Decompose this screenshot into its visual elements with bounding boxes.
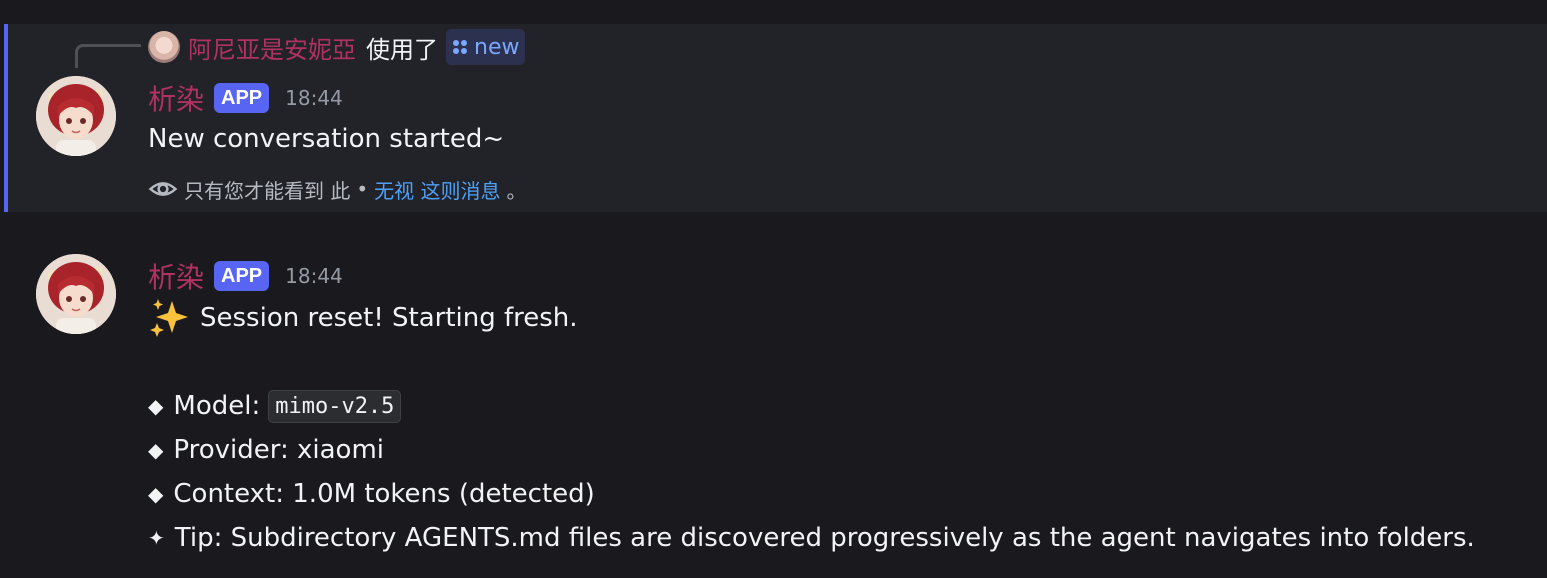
message-content: Session reset! Starting fresh. ◆ Model: … xyxy=(148,296,1475,560)
app-badge: APP xyxy=(214,261,270,291)
session-line: Session reset! Starting fresh. xyxy=(148,296,1475,340)
model-code: mimo-v2.5 xyxy=(268,389,402,423)
context-text: Context: 1.0M tokens (detected) xyxy=(173,479,595,509)
command-name: new xyxy=(474,34,520,60)
ephemeral-notice: 只有您才能看到 此 • 无视 这则消息。 xyxy=(148,174,527,204)
message-timestamp[interactable]: 18:44 xyxy=(285,264,343,288)
context-line: ◆ Context: 1.0M tokens (detected) xyxy=(148,472,1475,516)
sparkles-icon xyxy=(150,299,188,337)
bot-username[interactable]: 析染 xyxy=(148,78,204,118)
message-content: New conversation started~ xyxy=(148,124,505,154)
ephemeral-end: 。 xyxy=(506,178,527,203)
eye-icon xyxy=(148,182,178,196)
bot-avatar[interactable] xyxy=(36,76,116,156)
model-label: Model: xyxy=(173,391,261,421)
session-text: Session reset! Starting fresh. xyxy=(200,303,578,333)
reply-action: 使用了 xyxy=(366,35,438,64)
bot-username[interactable]: 析染 xyxy=(148,256,204,296)
provider-line: ◆ Provider: xiaomi xyxy=(148,428,1475,472)
provider-text: Provider: xiaomi xyxy=(173,435,385,465)
star-bullet: ✦ xyxy=(148,526,165,550)
message-header: 析染 APP 18:44 xyxy=(148,256,343,296)
tip-text: Tip: Subdirectory AGENTS.md files are di… xyxy=(174,523,1475,553)
message-timestamp[interactable]: 18:44 xyxy=(285,86,343,110)
model-line: ◆ Model: mimo-v2.5 xyxy=(148,384,1475,428)
diamond-bullet: ◆ xyxy=(148,482,164,506)
dismiss-message-link[interactable]: 无视 这则消息 xyxy=(374,175,500,204)
reply-username[interactable]: 阿尼亚是安妮亞 xyxy=(188,30,356,65)
tip-line: ✦ Tip: Subdirectory AGENTS.md files are … xyxy=(148,516,1475,560)
reply-context[interactable]: 阿尼亚是安妮亞 使用了 new xyxy=(148,29,526,65)
ephemeral-text: 只有您才能看到 此 xyxy=(184,178,351,203)
app-badge: APP xyxy=(214,83,270,113)
diamond-bullet: ◆ xyxy=(148,438,164,462)
separator: • xyxy=(356,177,369,201)
slash-command-chip[interactable]: new xyxy=(446,29,526,65)
reply-user-avatar[interactable] xyxy=(148,31,180,63)
diamond-bullet: ◆ xyxy=(148,394,164,418)
message-header: 析染 APP 18:44 xyxy=(148,78,343,118)
command-icon xyxy=(453,40,467,54)
top-bar xyxy=(0,0,1547,24)
bot-avatar[interactable] xyxy=(36,254,116,334)
reply-connector xyxy=(75,44,141,68)
